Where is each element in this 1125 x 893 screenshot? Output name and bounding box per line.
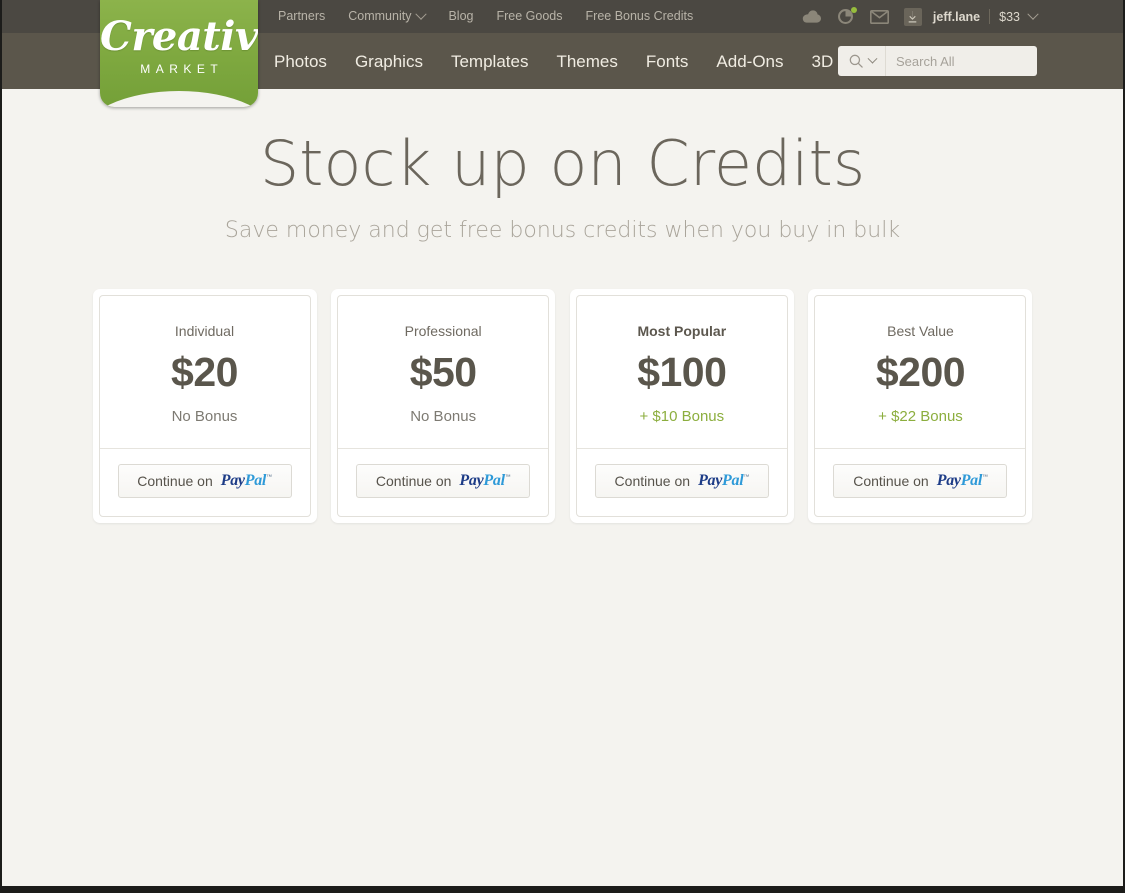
button-label: Continue on: [375, 473, 452, 490]
nav-item-photos[interactable]: Photos: [274, 53, 327, 70]
button-label: Continue on: [853, 473, 929, 490]
pricing-card-best-value: Best Value $200 + $22 Bonus Continue on …: [808, 289, 1033, 524]
cloud-icon[interactable]: [802, 7, 822, 27]
utility-link-label: Partners: [278, 9, 326, 24]
paypal-logo-icon: PayPal™: [698, 473, 749, 489]
utility-link-free-goods[interactable]: Free Goods: [497, 10, 563, 23]
creative-market-logo[interactable]: Creative MARKET: [100, 0, 258, 107]
main-nav: Photos Graphics Templates Themes Fonts A…: [274, 33, 833, 89]
plan-label: Professional: [404, 323, 482, 340]
chevron-down-icon: [867, 53, 878, 64]
trademark-mark: ™: [982, 474, 988, 481]
paypal-pal-text: Pal: [722, 472, 744, 490]
paypal-logo-icon: PayPal™: [937, 473, 988, 489]
utility-link-label: Blog: [448, 9, 474, 24]
utility-link-label: Community: [348, 9, 412, 24]
search-scope-selector[interactable]: [838, 46, 886, 76]
username-label: jeff.lane: [932, 9, 981, 24]
paypal-pay-text: Pay: [936, 472, 961, 490]
downloads-arrow-icon: [903, 7, 922, 26]
paypal-pal-text: Pal: [960, 472, 983, 490]
trademark-mark: ™: [743, 474, 750, 481]
nav-item-fonts[interactable]: Fonts: [646, 53, 689, 70]
notification-badge-dot: [850, 6, 857, 13]
trademark-mark: ™: [266, 474, 272, 481]
utility-link-label: Free Goods: [496, 9, 563, 24]
card-footer: Continue on PayPal™: [815, 448, 1026, 516]
plan-price: $50: [409, 349, 477, 396]
account-menu[interactable]: jeff.lane $33: [903, 7, 1039, 26]
messages-envelope-icon[interactable]: [870, 7, 890, 27]
paypal-pal-text: Pal: [244, 472, 267, 490]
utility-link-partners[interactable]: Partners: [278, 10, 325, 23]
plan-bonus: No Bonus: [410, 408, 477, 426]
search-icon: [849, 54, 863, 68]
paypal-logo-icon: PayPal™: [459, 473, 510, 489]
card-body: Most Popular $100 + $10 Bonus: [577, 296, 787, 448]
pricing-card-professional: Professional $50 No Bonus Continue on Pa…: [331, 289, 556, 524]
search-input[interactable]: [886, 46, 1037, 76]
utility-link-blog[interactable]: Blog: [448, 10, 473, 23]
paypal-pal-text: Pal: [483, 472, 505, 490]
plan-bonus: + $10 Bonus: [639, 408, 725, 426]
page-shell: Partners Community Blog Free Goods Free …: [2, 0, 1123, 886]
plan-price: $200: [875, 349, 966, 396]
notifications-icon[interactable]: [836, 6, 857, 27]
plan-label: Individual: [174, 323, 235, 340]
page-title: Stock up on Credits: [259, 127, 866, 200]
card-footer: Continue on PayPal™: [576, 448, 787, 516]
logo-wordmark: Creative: [100, 13, 258, 60]
plan-price: $20: [171, 349, 238, 396]
plan-label: Best Value: [887, 323, 954, 340]
utility-link-community[interactable]: Community: [348, 8, 428, 24]
plan-bonus: No Bonus: [171, 408, 238, 426]
window-bottom-edge: [0, 886, 1125, 893]
plan-label: Most Popular: [637, 323, 727, 340]
card-footer: Continue on PayPal™: [99, 448, 310, 516]
credit-balance-label: $33: [999, 9, 1020, 24]
card-body: Professional $50 No Bonus: [338, 296, 548, 448]
button-label: Continue on: [137, 473, 213, 490]
divider: [989, 9, 991, 24]
plan-price: $100: [637, 349, 727, 396]
continue-on-paypal-button[interactable]: Continue on PayPal™: [117, 464, 292, 499]
logo-subtext: MARKET: [140, 62, 224, 76]
plan-bonus: + $22 Bonus: [878, 408, 963, 426]
continue-on-paypal-button[interactable]: Continue on PayPal™: [356, 464, 531, 499]
paypal-pay-text: Pay: [220, 472, 245, 490]
nav-item-add-ons[interactable]: Add-Ons: [716, 53, 783, 70]
page-subtitle: Save money and get free bonus credits wh…: [224, 218, 901, 244]
chevron-down-icon: [1027, 8, 1039, 20]
card-footer: Continue on PayPal™: [338, 448, 549, 516]
pricing-card-individual: Individual $20 No Bonus Continue on PayP…: [92, 289, 317, 524]
pricing-card-most-popular: Most Popular $100 + $10 Bonus Continue o…: [569, 289, 794, 524]
utility-bar-right: jeff.lane $33: [802, 0, 1039, 33]
chevron-down-icon: [415, 8, 428, 20]
continue-on-paypal-button[interactable]: Continue on PayPal™: [833, 464, 1008, 499]
card-body: Individual $20 No Bonus: [100, 296, 310, 448]
utility-nav: Partners Community Blog Free Goods Free …: [278, 0, 693, 33]
hero-section: Stock up on Credits Save money and get f…: [2, 89, 1123, 243]
trademark-mark: ™: [504, 474, 511, 481]
pricing-card-list: Individual $20 No Bonus Continue on PayP…: [92, 289, 1033, 524]
card-body: Best Value $200 + $22 Bonus: [815, 296, 1025, 448]
search-bar: [838, 46, 1037, 76]
utility-link-label: Free Bonus Credits: [585, 9, 694, 24]
nav-item-graphics[interactable]: Graphics: [355, 53, 423, 70]
paypal-logo-icon: PayPal™: [221, 473, 272, 489]
nav-item-themes[interactable]: Themes: [556, 53, 617, 70]
site-header: Partners Community Blog Free Goods Free …: [2, 0, 1123, 107]
button-label: Continue on: [614, 473, 691, 490]
continue-on-paypal-button[interactable]: Continue on PayPal™: [594, 464, 769, 499]
nav-item-templates[interactable]: Templates: [451, 53, 528, 70]
paypal-pay-text: Pay: [459, 472, 484, 490]
nav-item-3d[interactable]: 3D: [812, 53, 834, 70]
paypal-pay-text: Pay: [698, 472, 723, 490]
utility-link-free-bonus-credits[interactable]: Free Bonus Credits: [586, 10, 694, 23]
